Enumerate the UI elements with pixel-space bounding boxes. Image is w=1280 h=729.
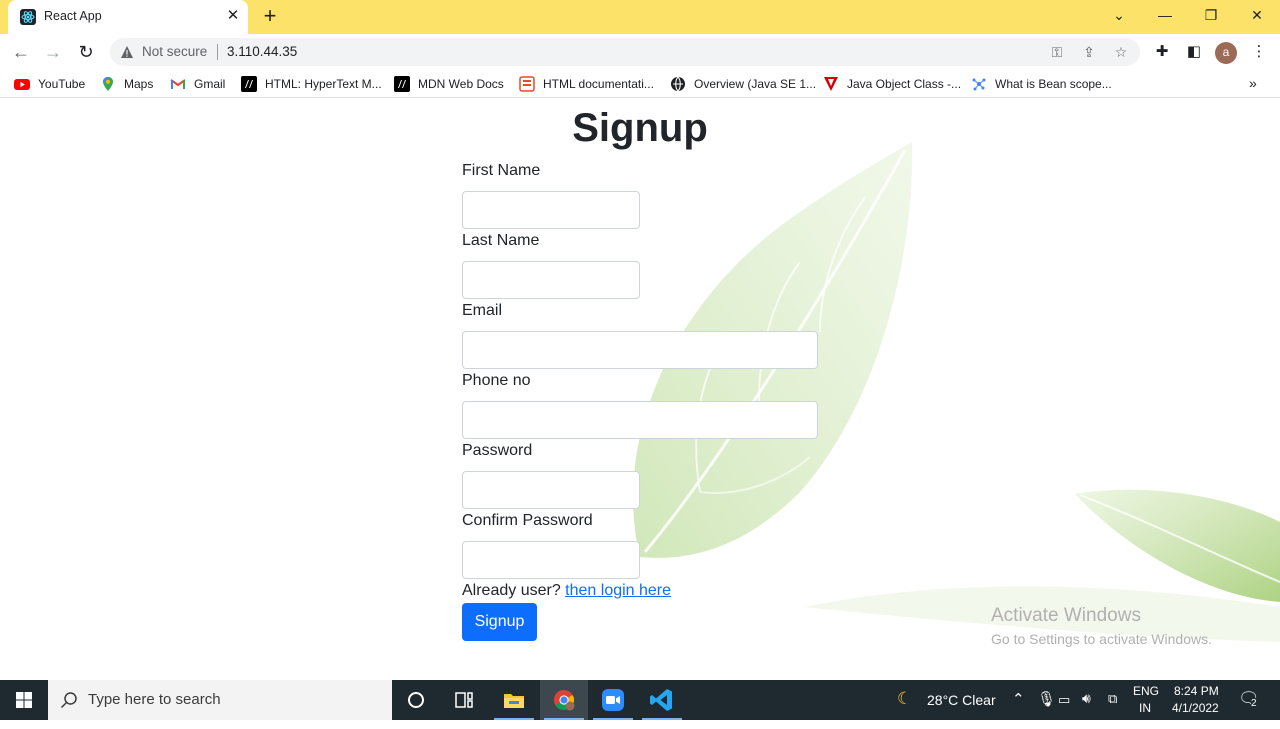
confirm-password-label: Confirm Password <box>462 512 593 529</box>
password-label: Password <box>462 442 533 459</box>
clock-time[interactable]: 8:24 PM <box>1174 684 1219 698</box>
menu-kebab-icon[interactable]: ⋮ <box>1248 41 1270 63</box>
search-icon <box>60 692 77 709</box>
password-input[interactable] <box>462 471 640 509</box>
back-icon[interactable]: ← <box>9 40 33 64</box>
omnibox-divider <box>217 44 218 60</box>
bookmark-label: YouTube <box>38 77 86 91</box>
bookmark-label: HTML documentati... <box>543 77 654 91</box>
bean-icon <box>971 76 987 92</box>
signup-button[interactable]: Signup <box>462 603 537 641</box>
bookmark-label: MDN Web Docs <box>418 77 504 91</box>
security-label[interactable]: Not secure <box>142 44 207 59</box>
bookmark-label: Maps <box>124 77 154 91</box>
html-doc-icon <box>519 76 535 92</box>
react-favicon-icon <box>20 9 36 25</box>
taskbar-search-box[interactable]: Type here to search <box>48 680 392 720</box>
signup-page: Signup First Name Last Name Email Phone … <box>0 102 1280 680</box>
star-icon[interactable]: ☆ <box>1112 43 1130 61</box>
bookmark-java-overview[interactable]: Overview (Java SE 1... <box>670 75 816 93</box>
bookmark-java-object-class[interactable]: Java Object Class -... <box>823 75 961 93</box>
share-icon[interactable]: ⇪ <box>1080 43 1098 61</box>
bookmark-gmail[interactable]: Gmail <box>170 75 225 93</box>
gmail-icon <box>170 76 186 92</box>
tab-search-chevron-icon[interactable]: ⌄ <box>1096 0 1142 30</box>
phone-label: Phone no <box>462 372 531 389</box>
bookmark-label: Overview (Java SE 1... <box>694 77 817 91</box>
minimize-icon[interactable]: — <box>1142 0 1188 30</box>
bookmark-html-hypertext[interactable]: HTML: HyperText M... <box>241 75 382 93</box>
task-view-icon[interactable] <box>440 680 488 720</box>
windows-start-icon[interactable] <box>0 680 48 720</box>
javatpoint-icon <box>823 76 839 92</box>
bookmark-bean-scope[interactable]: What is Bean scope... <box>971 75 1112 93</box>
address-bar[interactable]: Not secure 3.110.44.35 ⚿ ⇪ ☆ <box>110 38 1140 66</box>
reload-icon[interactable]: ↻ <box>74 40 98 64</box>
tab-title: React App <box>44 9 102 23</box>
page-title: Signup <box>572 106 708 150</box>
mdn-icon <box>394 76 410 92</box>
cortana-icon[interactable] <box>392 680 440 720</box>
first-name-input[interactable] <box>462 191 640 229</box>
bookmarks-overflow-icon[interactable]: » <box>1249 75 1257 91</box>
bookmark-mdn-web-docs[interactable]: MDN Web Docs <box>394 75 504 93</box>
new-tab-icon[interactable]: + <box>259 5 281 27</box>
java-icon <box>670 76 686 92</box>
email-input[interactable] <box>462 331 818 369</box>
tab-close-icon[interactable]: ✕ <box>224 7 242 25</box>
file-explorer-icon[interactable] <box>490 680 538 720</box>
bookmark-label: Java Object Class -... <box>847 77 962 91</box>
speaker-icon[interactable]: 🔊︎ <box>1082 690 1091 707</box>
activate-windows-watermark: Activate Windows Go to Settings to activ… <box>991 605 1212 647</box>
already-user-row: Already user? then login here <box>462 582 671 600</box>
zoom-taskbar-icon[interactable] <box>589 680 637 720</box>
side-panel-icon[interactable]: ◧ <box>1183 41 1205 63</box>
activate-windows-subtitle: Go to Settings to activate Windows. <box>991 631 1212 647</box>
email-label: Email <box>462 302 503 319</box>
last-name-label: Last Name <box>462 232 540 249</box>
profile-avatar[interactable]: a <box>1215 42 1237 64</box>
already-user-text: Already user? <box>462 582 561 599</box>
youtube-icon <box>14 76 30 92</box>
meet-now-icon[interactable]: ⧉ <box>1108 691 1117 707</box>
first-name-label: First Name <box>462 162 541 179</box>
mdn-icon <box>241 76 257 92</box>
weather-moon-icon[interactable]: ☾ <box>897 689 912 729</box>
bookmark-label: HTML: HyperText M... <box>265 77 382 91</box>
bookmark-label: Gmail <box>194 77 226 91</box>
chrome-taskbar-icon[interactable] <box>540 680 588 720</box>
activate-windows-title: Activate Windows <box>991 605 1141 626</box>
clock-date[interactable]: 4/1/2022 <box>1172 701 1219 715</box>
windows-taskbar: Type here to search ☾ 28°C Clear ⌃ 🎙︎ ▭ … <box>0 680 1280 720</box>
last-name-input[interactable] <box>462 261 640 299</box>
bookmark-html-documentation[interactable]: HTML documentati... <box>519 75 654 93</box>
language-line2[interactable]: IN <box>1139 701 1151 715</box>
tab-react-app[interactable]: React App ✕ <box>8 0 248 34</box>
weather-text[interactable]: 28°C Clear <box>927 692 996 708</box>
url-text[interactable]: 3.110.44.35 <box>227 44 297 59</box>
extensions-icon[interactable]: ✚ <box>1151 41 1173 63</box>
restore-icon[interactable]: ❐ <box>1188 0 1234 30</box>
window-close-icon[interactable]: ✕ <box>1234 0 1280 30</box>
warning-icon <box>121 46 133 58</box>
forward-icon[interactable]: → <box>41 40 65 64</box>
browser-toolbar: ← → ↻ Not secure 3.110.44.35 ⚿ ⇪ ☆ ✚ ◧ a… <box>0 34 1280 70</box>
confirm-password-input[interactable] <box>462 541 640 579</box>
taskbar-search-placeholder: Type here to search <box>88 691 221 708</box>
bookmarks-bar: YouTube Maps Gmail HTML: HyperText M... … <box>0 70 1280 98</box>
show-hidden-icons-icon[interactable]: ⌃ <box>1012 690 1025 708</box>
bookmark-youtube[interactable]: YouTube <box>14 75 85 93</box>
vscode-taskbar-icon[interactable] <box>638 680 686 720</box>
tab-strip: React App ✕ + ⌄ — ❐ ✕ <box>0 0 1280 34</box>
bookmark-label: What is Bean scope... <box>995 77 1112 91</box>
key-icon[interactable]: ⚿ <box>1048 43 1066 61</box>
bookmark-maps[interactable]: Maps <box>100 75 153 93</box>
maps-icon <box>100 76 116 92</box>
phone-input[interactable] <box>462 401 818 439</box>
notification-count-badge: 2 <box>1251 698 1257 709</box>
battery-icon[interactable]: ▭ <box>1058 692 1070 708</box>
microphone-icon[interactable]: 🎙︎ <box>1037 690 1056 708</box>
language-line1[interactable]: ENG <box>1133 684 1159 698</box>
login-link[interactable]: then login here <box>565 582 671 599</box>
